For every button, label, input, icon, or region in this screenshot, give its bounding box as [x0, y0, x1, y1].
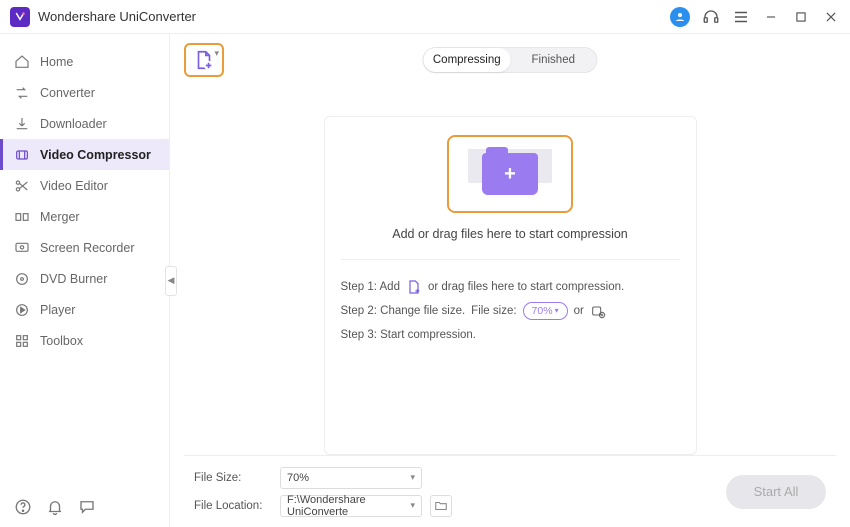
sidebar-item-home[interactable]: Home: [0, 46, 169, 77]
add-file-mini-icon: [406, 279, 422, 295]
sidebar-item-video-compressor[interactable]: Video Compressor: [0, 139, 169, 170]
chevron-down-icon: ▾: [410, 500, 415, 511]
window-minimize-button[interactable]: [762, 8, 780, 26]
dropzone-wrap: + Add or drag files here to start compre…: [341, 135, 680, 241]
file-size-value: 70%: [287, 472, 309, 484]
sidebar-item-label: Converter: [40, 86, 95, 100]
sidebar-item-player[interactable]: Player: [0, 294, 169, 325]
compressor-icon: [14, 147, 30, 163]
tab-finished[interactable]: Finished: [510, 48, 597, 72]
sidebar-item-merger[interactable]: Merger: [0, 201, 169, 232]
settings-gear-icon[interactable]: [590, 303, 606, 319]
file-size-select[interactable]: 70% ▾: [280, 467, 422, 489]
dvd-icon: [14, 271, 30, 287]
step-3: Step 3: Start compression.: [341, 326, 680, 344]
player-icon: [14, 302, 30, 318]
dropzone[interactable]: +: [447, 135, 573, 213]
step-1: Step 1: Add or drag files here to start …: [341, 278, 680, 296]
titlebar-right: [670, 7, 840, 27]
main: ▾ Compressing Finished + Add or drag fil…: [170, 34, 850, 527]
menu-hamburger-icon[interactable]: [732, 8, 750, 26]
sidebar-item-toolbox[interactable]: Toolbox: [0, 325, 169, 356]
sidebar-item-label: Video Editor: [40, 179, 108, 193]
add-file-button[interactable]: ▾: [184, 43, 224, 77]
sidebar-item-label: Player: [40, 303, 75, 317]
step-1-label-a: Step 1: Add: [341, 278, 400, 296]
file-size-pill[interactable]: 70% ▾: [523, 302, 568, 320]
sidebar-bottom: [0, 487, 169, 527]
window-close-button[interactable]: [822, 8, 840, 26]
toolbox-icon: [14, 333, 30, 349]
sidebar-item-label: DVD Burner: [40, 272, 107, 286]
start-all-button[interactable]: Start All: [726, 475, 826, 509]
sidebar-collapse-button[interactable]: ◀: [165, 266, 177, 296]
sidebar-item-downloader[interactable]: Downloader: [0, 108, 169, 139]
tab-compressing[interactable]: Compressing: [424, 48, 511, 72]
content: + Add or drag files here to start compre…: [184, 80, 836, 455]
downloader-icon: [14, 116, 30, 132]
sidebar-item-label: Screen Recorder: [40, 241, 135, 255]
step-2: Step 2: Change file size. File size: 70%…: [341, 302, 680, 320]
help-icon[interactable]: [14, 498, 32, 516]
home-icon: [14, 54, 30, 70]
file-size-pill-value: 70%: [532, 302, 553, 320]
chevron-down-icon: ▾: [555, 302, 559, 320]
footer-left: File Size: 70% ▾ File Location: F:\Wonde…: [194, 467, 452, 517]
chevron-down-icon: ▾: [214, 48, 219, 59]
sidebar-item-screen-recorder[interactable]: Screen Recorder: [0, 232, 169, 263]
file-size-row: File Size: 70% ▾: [194, 467, 452, 489]
file-location-label: File Location:: [194, 500, 272, 512]
app-title: Wondershare UniConverter: [38, 9, 670, 24]
steps: Step 1: Add or drag files here to start …: [341, 259, 680, 344]
editor-scissors-icon: [14, 178, 30, 194]
sidebar: Home Converter Downloader Video Compress…: [0, 34, 170, 527]
app-logo: [10, 7, 30, 27]
sidebar-item-label: Home: [40, 55, 73, 69]
window-maximize-button[interactable]: [792, 8, 810, 26]
sidebar-nav: Home Converter Downloader Video Compress…: [0, 34, 169, 487]
sidebar-item-converter[interactable]: Converter: [0, 77, 169, 108]
step-3-label: Step 3: Start compression.: [341, 326, 477, 344]
sidebar-item-label: Video Compressor: [40, 148, 151, 162]
step-2-label-a: Step 2: Change file size.: [341, 302, 466, 320]
sidebar-item-label: Downloader: [40, 117, 107, 131]
chevron-down-icon: ▾: [410, 472, 415, 483]
folder-icon: [434, 499, 448, 513]
sidebar-item-label: Merger: [40, 210, 80, 224]
converter-icon: [14, 85, 30, 101]
toolbar: ▾ Compressing Finished: [184, 40, 836, 80]
step-2-or: or: [574, 302, 584, 320]
sidebar-item-label: Toolbox: [40, 334, 83, 348]
user-avatar-icon[interactable]: [670, 7, 690, 27]
dropzone-caption: Add or drag files here to start compress…: [392, 227, 628, 241]
step-1-label-b: or drag files here to start compression.: [428, 278, 624, 296]
merger-icon: [14, 209, 30, 225]
folder-plus-icon: +: [482, 153, 538, 195]
sidebar-item-dvd-burner[interactable]: DVD Burner: [0, 263, 169, 294]
add-file-icon: [193, 49, 215, 71]
feedback-comment-icon[interactable]: [78, 498, 96, 516]
titlebar: Wondershare UniConverter: [0, 0, 850, 34]
file-location-row: File Location: F:\Wondershare UniConvert…: [194, 495, 452, 517]
file-size-label: File Size:: [194, 472, 272, 484]
file-location-value: F:\Wondershare UniConverte: [287, 494, 410, 518]
step-2-label-b: File size:: [471, 302, 516, 320]
shell: Home Converter Downloader Video Compress…: [0, 34, 850, 527]
tab-segment: Compressing Finished: [423, 47, 598, 73]
support-headset-icon[interactable]: [702, 8, 720, 26]
recorder-icon: [14, 240, 30, 256]
browse-folder-button[interactable]: [430, 495, 452, 517]
footer: File Size: 70% ▾ File Location: F:\Wonde…: [184, 455, 836, 527]
notifications-bell-icon[interactable]: [46, 498, 64, 516]
file-location-select[interactable]: F:\Wondershare UniConverte ▾: [280, 495, 422, 517]
compression-panel: + Add or drag files here to start compre…: [324, 116, 697, 455]
sidebar-item-video-editor[interactable]: Video Editor: [0, 170, 169, 201]
